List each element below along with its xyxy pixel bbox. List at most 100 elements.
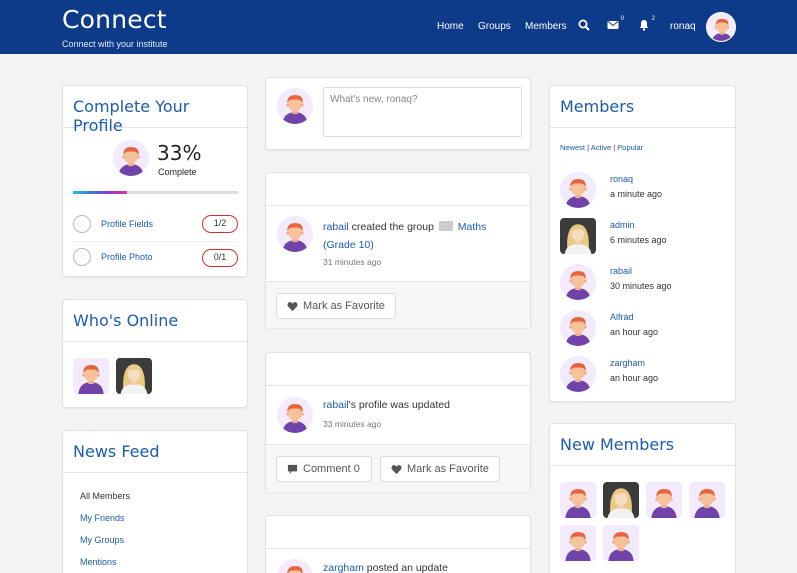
divider — [73, 241, 238, 242]
post-composer-card: What's new, ronaq? — [265, 77, 531, 150]
post-action-text: 's profile was updated — [348, 399, 450, 411]
card-title: News Feed — [63, 431, 247, 473]
new-member-avatar[interactable] — [603, 482, 639, 518]
post-avatar[interactable] — [277, 397, 313, 433]
composer-avatar — [277, 88, 313, 124]
online-user-avatar[interactable] — [73, 358, 109, 394]
mark-favorite-button[interactable]: Mark as Favorite — [276, 293, 396, 319]
completion-percent: 33% — [157, 141, 202, 165]
profile-completion-card: Complete Your Profile 33% Complete Profi… — [62, 85, 248, 277]
filter-newest[interactable]: Newest — [560, 143, 585, 152]
divider — [266, 205, 530, 206]
button-label: Comment 0 — [303, 463, 360, 475]
activity-post: zargham posted an update — [265, 515, 531, 573]
member-name-link[interactable]: admin — [610, 220, 635, 230]
post-action-text: posted an update — [366, 562, 448, 573]
member-name-link[interactable]: Alfrad — [610, 312, 634, 322]
new-member-avatar[interactable] — [603, 525, 639, 561]
post-avatar[interactable] — [277, 216, 313, 252]
post-author-link[interactable]: rabail — [323, 221, 349, 233]
post-actions: Comment 0 Mark as Favorite — [266, 444, 530, 492]
members-filter-tabs: Newest | Active | Popular — [560, 143, 644, 152]
member-last-active: an hour ago — [610, 327, 659, 337]
whos-online-card: Who's Online — [62, 299, 248, 408]
notifications-count: 2 — [651, 16, 655, 22]
heart-icon — [287, 302, 298, 312]
boy-avatar[interactable] — [560, 310, 596, 346]
profile-photo-progress: 0/1 — [202, 249, 238, 267]
messages-icon[interactable]: 0 — [607, 16, 624, 33]
comment-icon — [287, 464, 298, 475]
card-title: Complete Your Profile — [63, 86, 247, 135]
post-actions: Mark as Favorite — [266, 281, 530, 328]
card-title: Who's Online — [63, 300, 247, 342]
post-timestamp: 31 minutes ago — [323, 257, 382, 267]
new-member-avatar[interactable] — [646, 482, 682, 518]
feed-filter-all-members[interactable]: All Members — [80, 491, 130, 501]
post-action-text: created the group — [351, 221, 434, 233]
member-last-active: an hour ago — [610, 373, 659, 383]
new-member-avatar[interactable] — [689, 482, 725, 518]
member-last-active: a minute ago — [610, 189, 663, 199]
post-author-link[interactable]: rabail — [323, 399, 349, 411]
boy-avatar[interactable] — [560, 172, 596, 208]
new-members-card: New Members — [549, 423, 736, 573]
feed-filter-my-friends[interactable]: My Friends — [80, 513, 125, 523]
post-avatar[interactable] — [277, 559, 313, 573]
member-name-link[interactable]: ronaq — [610, 174, 633, 184]
brand-logo-text[interactable]: Connect — [62, 5, 167, 34]
mark-favorite-button[interactable]: Mark as Favorite — [380, 456, 500, 482]
messages-count: 0 — [620, 16, 624, 22]
feed-filter-mentions[interactable]: Mentions — [80, 557, 117, 567]
news-feed-card: News Feed All Members My Friends My Grou… — [62, 430, 248, 573]
completion-progress-bar — [73, 191, 238, 194]
group-link[interactable]: Maths — [458, 221, 487, 233]
member-name-link[interactable]: zargham — [610, 358, 645, 368]
new-member-avatar[interactable] — [560, 482, 596, 518]
card-title: New Members — [550, 424, 735, 466]
notifications-icon[interactable]: 2 — [638, 16, 655, 33]
profile-avatar — [113, 140, 149, 176]
post-author-link[interactable]: zargham — [323, 562, 364, 573]
completion-label: Complete — [158, 167, 197, 177]
post-timestamp: 33 minutes ago — [323, 419, 382, 429]
girl-avatar[interactable] — [560, 218, 596, 254]
search-icon[interactable] — [578, 19, 592, 33]
boy-avatar[interactable] — [560, 264, 596, 300]
comment-button[interactable]: Comment 0 — [276, 456, 372, 482]
member-name-link[interactable]: rabail — [610, 266, 632, 276]
feed-filter-my-groups[interactable]: My Groups — [80, 535, 124, 545]
divider — [266, 385, 530, 386]
group-link-grade[interactable]: (Grade 10) — [323, 239, 374, 251]
button-label: Mark as Favorite — [303, 300, 385, 312]
members-card: Members Newest | Active | Popular ronaq a… — [549, 85, 736, 402]
user-menu-name[interactable]: ronaq — [670, 21, 696, 32]
user-avatar[interactable] — [706, 12, 736, 42]
divider — [266, 548, 530, 549]
post-text: rabail's profile was updated — [323, 399, 450, 411]
filter-popular[interactable]: Popular — [617, 143, 643, 152]
whats-new-input[interactable]: What's new, ronaq? — [323, 87, 522, 137]
post-text: zargham posted an update — [323, 562, 448, 573]
filter-active[interactable]: Active — [591, 143, 611, 152]
nav-groups[interactable]: Groups — [478, 21, 511, 32]
new-member-avatar[interactable] — [560, 525, 596, 561]
group-icon — [438, 221, 453, 231]
online-user-avatar[interactable] — [116, 358, 152, 394]
boy-avatar[interactable] — [560, 356, 596, 392]
member-last-active: 6 minutes ago — [610, 235, 667, 245]
button-label: Mark as Favorite — [407, 463, 489, 475]
profile-photo-radio[interactable] — [73, 248, 91, 266]
profile-fields-progress: 1/2 — [202, 215, 238, 233]
post-text: rabail created the group Maths (Grade 10… — [323, 218, 523, 254]
nav-members[interactable]: Members — [525, 21, 567, 32]
profile-fields-radio[interactable] — [73, 215, 91, 233]
profile-photo-link[interactable]: Profile Photo — [101, 252, 153, 262]
completion-progress-fill — [73, 191, 128, 194]
heart-icon — [391, 465, 402, 475]
card-title: Members — [550, 86, 735, 128]
profile-fields-link[interactable]: Profile Fields — [101, 219, 153, 229]
member-last-active: 30 minutes ago — [610, 281, 672, 291]
nav-home[interactable]: Home — [437, 21, 464, 32]
activity-post: rabail's profile was updated 33 minutes … — [265, 352, 531, 492]
